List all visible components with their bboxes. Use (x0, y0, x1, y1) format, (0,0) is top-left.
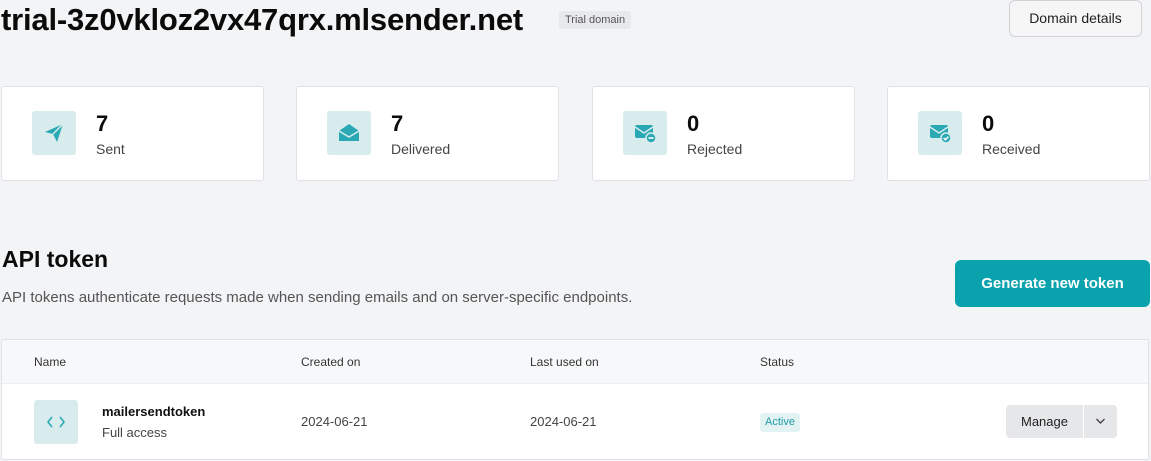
stat-card-received: 0 Received (887, 86, 1150, 181)
paper-plane-icon (32, 111, 76, 155)
token-created-on: 2024-06-21 (301, 414, 368, 429)
column-header-name: Name (34, 355, 67, 369)
stat-card-sent: 7 Sent (1, 86, 264, 181)
column-header-status: Status (760, 355, 795, 369)
stat-card-rejected: 0 Rejected (592, 86, 855, 181)
page-header: trial-3z0vkloz2vx47qrx.mlsender.net Tria… (0, 0, 1151, 40)
stat-value: 7 (391, 111, 404, 136)
domain-title: trial-3z0vkloz2vx47qrx.mlsender.net (1, 2, 523, 37)
open-envelope-icon (327, 111, 371, 155)
stat-label: Rejected (687, 141, 743, 157)
stat-label: Delivered (391, 141, 451, 157)
code-icon (34, 400, 78, 444)
table-header: Name Created on Last used on Status (2, 340, 1148, 384)
api-token-heading: API token (2, 246, 109, 272)
manage-dropdown-button[interactable] (1084, 405, 1117, 438)
manage-button[interactable]: Manage (1006, 405, 1083, 438)
column-header-last-used-on: Last used on (530, 355, 599, 369)
stat-card-delivered: 7 Delivered (296, 86, 559, 181)
status-badge: Active (760, 413, 800, 432)
trial-domain-badge: Trial domain (559, 11, 632, 29)
generate-new-token-button[interactable]: Generate new token (955, 260, 1150, 307)
stat-label: Received (982, 141, 1041, 157)
column-header-created-on: Created on (301, 355, 361, 369)
token-last-used-on: 2024-06-21 (530, 414, 597, 429)
stat-value: 0 (687, 111, 700, 136)
stat-value: 0 (982, 111, 995, 136)
token-access-level: Full access (102, 425, 168, 440)
token-name: mailersendtoken (102, 404, 206, 419)
domain-details-button[interactable]: Domain details (1009, 0, 1142, 37)
mail-check-icon (918, 111, 962, 155)
chevron-down-icon (1096, 418, 1105, 424)
stat-value: 7 (96, 111, 109, 136)
api-token-description: API tokens authenticate requests made wh… (2, 289, 633, 306)
api-token-table: Name Created on Last used on Status mail… (1, 339, 1149, 460)
mail-minus-icon (623, 111, 667, 155)
stat-label: Sent (96, 141, 125, 157)
table-row: mailersendtoken Full access 2024-06-21 2… (2, 384, 1148, 459)
